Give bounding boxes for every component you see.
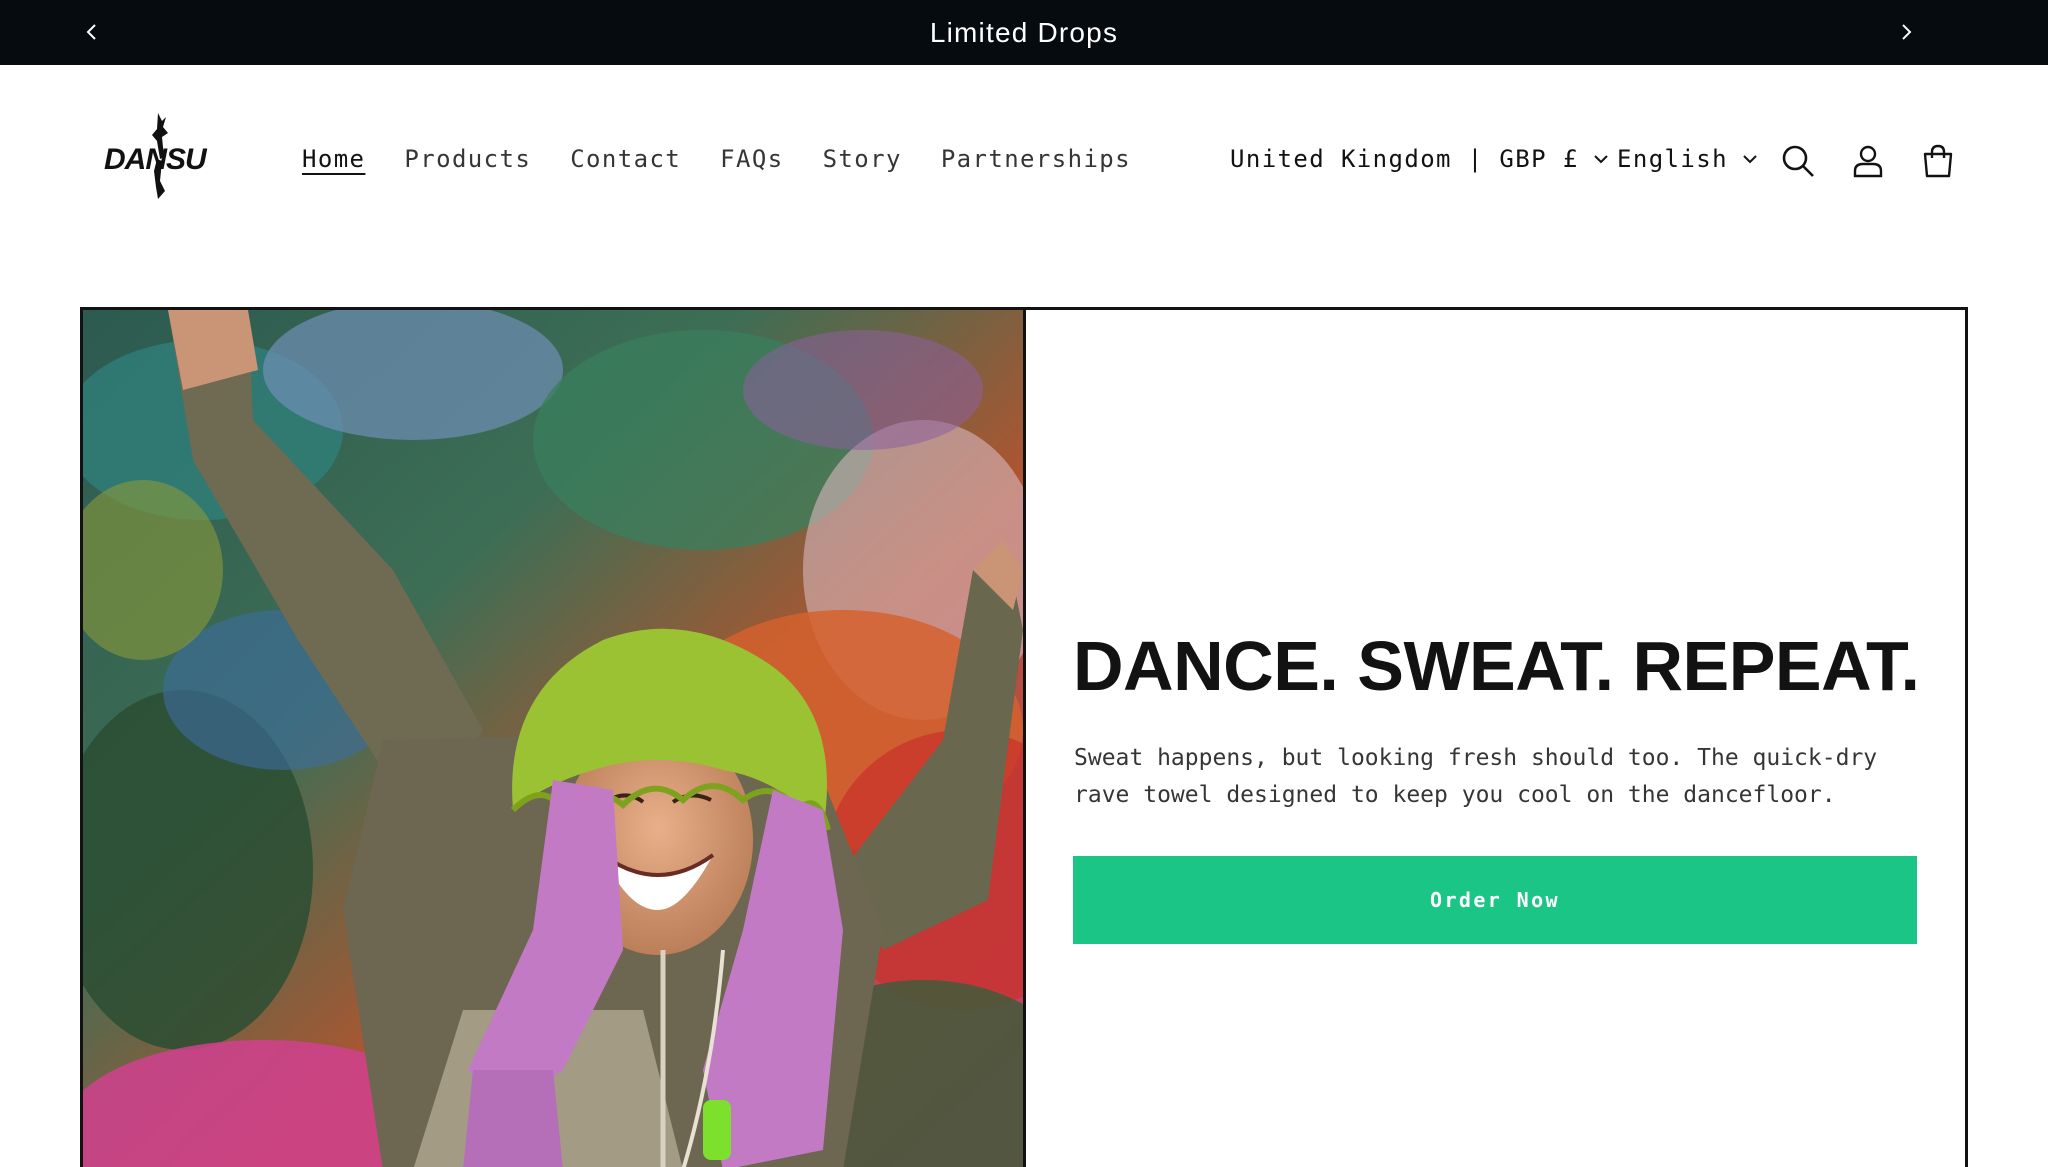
announcement-text: Limited Drops [929, 16, 1119, 48]
chevron-down-icon [1742, 151, 1758, 167]
language-selector-label: English [1617, 145, 1728, 173]
nav-products[interactable]: Products [392, 139, 543, 179]
country-selector-label: United Kingdom | GBP £ [1230, 145, 1579, 173]
nav-home[interactable]: Home [290, 139, 377, 179]
announcement-bar: Limited Drops [0, 0, 2048, 65]
chevron-down-icon [1593, 151, 1609, 167]
hero-image [83, 310, 1026, 1167]
chevron-left-icon[interactable] [76, 16, 108, 48]
hero-heading: DANCE. SWEAT. REPEAT. [1073, 627, 1920, 705]
nav-partnerships[interactable]: Partnerships [929, 139, 1143, 179]
nav-story[interactable]: Story [811, 139, 914, 179]
dansu-logo[interactable]: DANSU [100, 111, 220, 203]
language-selector[interactable]: English [1617, 137, 1758, 181]
order-now-button[interactable]: Order Now [1073, 856, 1917, 944]
site-header: DANSU Home Products Contact FAQs Story P… [0, 65, 2048, 250]
svg-text:DANSU: DANSU [104, 143, 208, 176]
account-icon[interactable] [1846, 139, 1890, 183]
cart-icon[interactable] [1916, 139, 1960, 183]
hero-section: DANCE. SWEAT. REPEAT. Sweat happens, but… [80, 307, 1968, 1167]
nav-contact[interactable]: Contact [558, 139, 693, 179]
hero-description: Sweat happens, but looking fresh should … [1074, 745, 1878, 808]
chevron-right-icon[interactable] [1890, 16, 1922, 48]
nav-faqs[interactable]: FAQs [708, 139, 795, 179]
search-icon[interactable] [1776, 139, 1820, 183]
hero-content: DANCE. SWEAT. REPEAT. Sweat happens, but… [1026, 310, 1965, 1167]
main-nav: Home Products Contact FAQs Story Partner… [290, 137, 1158, 181]
country-selector[interactable]: United Kingdom | GBP £ [1230, 137, 1609, 181]
